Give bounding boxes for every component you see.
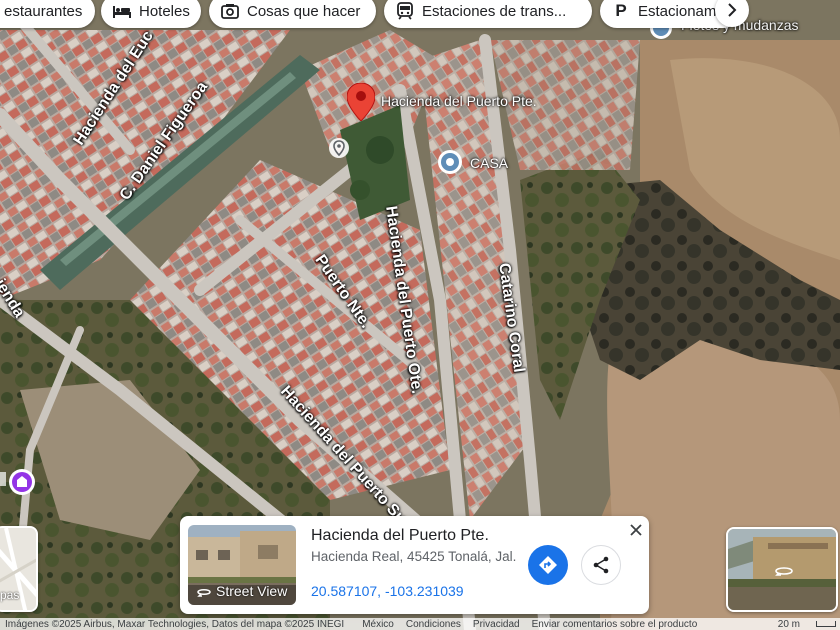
footer-link-terms[interactable]: Condiciones xyxy=(406,619,461,630)
category-chip-bar: estaurantes Hoteles Cosas que hacer Esta… xyxy=(0,0,840,34)
map-footer: Imágenes ©2025 Airbus, Maxar Technologie… xyxy=(0,618,840,630)
map-scale-label: 20 m xyxy=(777,618,800,630)
chip-parking-label: Estacionam xyxy=(638,2,717,20)
place-marker-icon[interactable] xyxy=(328,137,350,159)
selected-location-pin-icon[interactable] xyxy=(347,83,375,121)
map-attribution: Imágenes ©2025 Airbus, Maxar Technologie… xyxy=(5,618,345,630)
place-title: Hacienda del Puerto Pte. xyxy=(311,527,489,544)
map-layer-toggle[interactable]: pas xyxy=(0,526,38,612)
transit-icon xyxy=(396,2,414,20)
chip-transit-label: Estaciones de trans... xyxy=(422,2,567,20)
layer-toggle-label: pas xyxy=(0,588,20,602)
map-scale-bar xyxy=(816,621,836,627)
close-card-button[interactable] xyxy=(627,521,645,539)
directions-icon xyxy=(539,556,557,574)
footer-link-country[interactable]: México xyxy=(362,619,394,630)
map-scale[interactable]: 20 m xyxy=(778,619,836,630)
chip-restaurants-label: estaurantes xyxy=(4,2,83,20)
chip-hotels-label: Hoteles xyxy=(139,2,190,20)
street-view-thumbnail[interactable]: Street View xyxy=(188,525,296,605)
street-view-preview[interactable] xyxy=(726,527,838,612)
place-coordinates[interactable]: 20.587107, -103.231039 xyxy=(311,583,464,599)
poi-partial-pin-icon xyxy=(0,472,6,486)
footer-link-privacy[interactable]: Privacidad xyxy=(473,619,520,630)
directions-button[interactable] xyxy=(528,545,568,585)
chips-scroll-right-button[interactable] xyxy=(715,0,749,27)
chip-restaurants[interactable]: estaurantes xyxy=(0,0,95,28)
share-button[interactable] xyxy=(581,545,621,585)
close-icon xyxy=(630,524,642,536)
selected-pin-label: Hacienda del Puerto Pte. xyxy=(381,93,537,109)
footer-link-feedback[interactable]: Enviar comentarios sobre el producto xyxy=(532,619,698,630)
casa-pin-label: CASA xyxy=(470,155,509,171)
street-view-preview-image xyxy=(728,529,836,610)
chevron-right-icon xyxy=(728,3,737,17)
chip-things-to-do[interactable]: Cosas que hacer xyxy=(209,0,376,28)
camera-icon xyxy=(221,2,239,20)
saved-place-pin-icon[interactable] xyxy=(437,149,463,175)
poi-purple-pin-icon[interactable] xyxy=(8,468,36,496)
street-view-text: Street View xyxy=(216,583,288,599)
place-info-card: Street View Hacienda del Puerto Pte. Hac… xyxy=(180,516,649,614)
chip-things-to-do-label: Cosas que hacer xyxy=(247,2,361,20)
chip-transit[interactable]: Estaciones de trans... xyxy=(384,0,592,28)
place-address: Hacienda Real, 45425 Tonalá, Jal. xyxy=(311,549,517,564)
chip-hotels[interactable]: Hoteles xyxy=(101,0,201,28)
bed-icon xyxy=(113,2,131,20)
share-icon xyxy=(593,556,609,574)
street-view-label: Street View xyxy=(196,583,287,599)
parking-icon: P xyxy=(615,1,627,20)
street-view-icon xyxy=(197,589,211,597)
